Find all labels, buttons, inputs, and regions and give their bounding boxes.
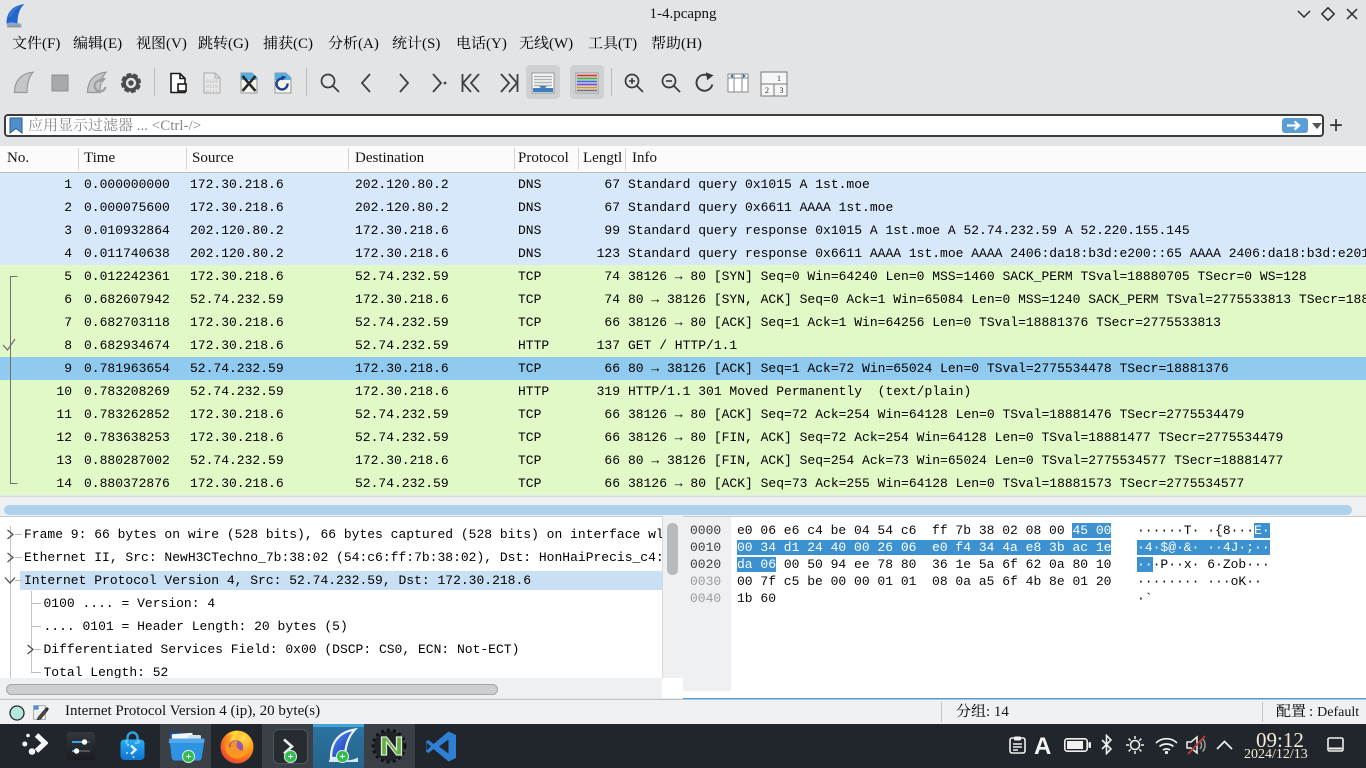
svg-text:3: 3: [780, 86, 784, 95]
svg-text:0111: 0111: [206, 89, 218, 95]
svg-text:1: 1: [777, 74, 781, 83]
svg-text:2: 2: [765, 86, 769, 95]
